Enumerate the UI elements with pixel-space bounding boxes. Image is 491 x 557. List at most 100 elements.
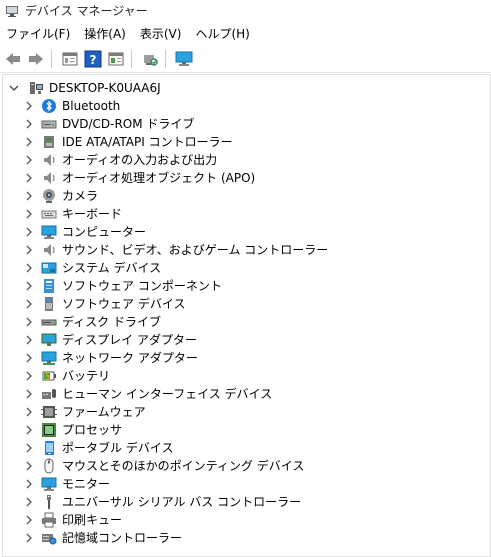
tree-item[interactable]: ソフトウェア デバイス bbox=[23, 295, 185, 313]
hid-icon bbox=[41, 386, 57, 402]
tree-item-label: ネットワーク アダプター bbox=[62, 351, 198, 365]
tree-item-label: キーボード bbox=[62, 207, 123, 221]
tree-item[interactable]: 記憶域コントローラー bbox=[23, 529, 182, 547]
menu-view[interactable]: 表示(V) bbox=[133, 25, 189, 42]
tree-item-label: ソフトウェア コンポーネント bbox=[62, 279, 222, 293]
tree-root-label: DESKTOP-K0UAA6J bbox=[49, 81, 161, 95]
tree-item-label: Bluetooth bbox=[62, 99, 121, 113]
chevron-right-icon[interactable] bbox=[23, 511, 35, 529]
chevron-right-icon[interactable] bbox=[23, 223, 35, 241]
tree-item[interactable]: プロセッサ bbox=[23, 421, 122, 439]
tree-item[interactable]: コンピューター bbox=[23, 223, 146, 241]
back-icon[interactable] bbox=[3, 49, 23, 69]
menu-file[interactable]: ファイル(F) bbox=[0, 25, 77, 42]
battery-icon bbox=[41, 368, 57, 384]
chevron-right-icon[interactable] bbox=[23, 385, 35, 403]
chevron-right-icon[interactable] bbox=[23, 475, 35, 493]
chevron-right-icon[interactable] bbox=[23, 421, 35, 439]
chevron-right-icon[interactable] bbox=[23, 313, 35, 331]
tree-item[interactable]: ディスク ドライブ bbox=[23, 313, 161, 331]
tree-item-label: DVD/CD-ROM ドライブ bbox=[62, 117, 195, 131]
chevron-right-icon[interactable] bbox=[23, 97, 35, 115]
tree-item-label: コンピューター bbox=[62, 225, 147, 239]
bluetooth-icon bbox=[41, 98, 57, 114]
audio-icon bbox=[41, 152, 57, 168]
device-tree[interactable]: DESKTOP-K0UAA6J Bluetooth DVD/CD-ROM ドライブ… bbox=[2, 74, 491, 557]
tree-item-label: ポータブル デバイス bbox=[62, 441, 174, 455]
tree-item[interactable]: Bluetooth bbox=[23, 97, 120, 115]
chevron-down-icon[interactable] bbox=[8, 79, 20, 97]
properties-icon[interactable] bbox=[60, 49, 80, 69]
audio-icon bbox=[41, 242, 57, 258]
chevron-right-icon[interactable] bbox=[23, 493, 35, 511]
tree-item[interactable]: マウスとそのほかのポインティング デバイス bbox=[23, 457, 304, 475]
tree-item[interactable]: バッテリ bbox=[23, 367, 110, 385]
tree-item[interactable]: DVD/CD-ROM ドライブ bbox=[23, 115, 194, 133]
tree-item[interactable]: ディスプレイ アダプター bbox=[23, 331, 197, 349]
chevron-right-icon[interactable] bbox=[23, 241, 35, 259]
tree-item-label: ヒューマン インターフェイス デバイス bbox=[62, 387, 273, 401]
menu-help[interactable]: ヘルプ(H) bbox=[188, 25, 256, 42]
system-device-icon bbox=[41, 260, 57, 276]
chevron-right-icon[interactable] bbox=[23, 115, 35, 133]
software-device-icon bbox=[41, 296, 57, 312]
help-icon[interactable]: ? bbox=[83, 49, 103, 69]
tree-root[interactable]: DESKTOP-K0UAA6J bbox=[8, 79, 161, 97]
svg-text:?: ? bbox=[90, 53, 97, 67]
tree-item[interactable]: ソフトウェア コンポーネント bbox=[23, 277, 222, 295]
chevron-right-icon[interactable] bbox=[23, 205, 35, 223]
tree-item[interactable]: オーディオ処理オブジェクト (APO) bbox=[23, 169, 255, 187]
chevron-right-icon[interactable] bbox=[23, 529, 35, 547]
tree-item[interactable]: IDE ATA/ATAPI コントローラー bbox=[23, 133, 233, 151]
tree-item-label: マウスとそのほかのポインティング デバイス bbox=[62, 459, 305, 473]
tree-item[interactable]: ポータブル デバイス bbox=[23, 439, 173, 457]
tree-item-label: 印刷キュー bbox=[62, 513, 123, 527]
tree-item-label: オーディオ処理オブジェクト (APO) bbox=[62, 171, 256, 185]
scan-icon[interactable] bbox=[140, 49, 160, 69]
chevron-right-icon[interactable] bbox=[23, 457, 35, 475]
chevron-right-icon[interactable] bbox=[23, 187, 35, 205]
tree-item[interactable]: キーボード bbox=[23, 205, 122, 223]
toolbar: ? bbox=[0, 46, 491, 72]
tree-item[interactable]: ユニバーサル シリアル バス コントローラー bbox=[23, 493, 301, 511]
device-manager-app-icon bbox=[5, 4, 19, 18]
chevron-right-icon[interactable] bbox=[23, 367, 35, 385]
tree-item[interactable]: ヒューマン インターフェイス デバイス bbox=[23, 385, 272, 403]
tree-item[interactable]: オーディオの入力および出力 bbox=[23, 151, 217, 169]
tree-item[interactable]: ネットワーク アダプター bbox=[23, 349, 198, 367]
tree-item-label: プロセッサ bbox=[62, 423, 123, 437]
tree-item-label: ソフトウェア デバイス bbox=[62, 297, 186, 311]
chevron-right-icon[interactable] bbox=[23, 151, 35, 169]
chevron-right-icon[interactable] bbox=[23, 133, 35, 151]
software-component-icon bbox=[41, 278, 57, 294]
chevron-right-icon[interactable] bbox=[23, 295, 35, 313]
tree-item[interactable]: ファームウェア bbox=[23, 403, 146, 421]
chevron-right-icon[interactable] bbox=[23, 331, 35, 349]
chevron-right-icon[interactable] bbox=[23, 439, 35, 457]
menu-action[interactable]: 操作(A) bbox=[77, 25, 133, 42]
chevron-right-icon[interactable] bbox=[23, 259, 35, 277]
disk-drive-icon bbox=[41, 314, 57, 330]
chevron-right-icon[interactable] bbox=[23, 277, 35, 295]
forward-icon[interactable] bbox=[26, 49, 46, 69]
tree-item[interactable]: システム デバイス bbox=[23, 259, 161, 277]
tree-item-label: ユニバーサル シリアル バス コントローラー bbox=[62, 495, 302, 509]
chevron-right-icon[interactable] bbox=[23, 169, 35, 187]
chevron-right-icon[interactable] bbox=[23, 349, 35, 367]
portable-device-icon bbox=[41, 440, 57, 456]
tree-item[interactable]: モニター bbox=[23, 475, 110, 493]
mouse-icon bbox=[41, 458, 57, 474]
tree-item[interactable]: 印刷キュー bbox=[23, 511, 122, 529]
monitor-icon[interactable] bbox=[174, 49, 194, 69]
toolbar-separator bbox=[165, 50, 166, 68]
tree-item-label: IDE ATA/ATAPI コントローラー bbox=[62, 135, 233, 149]
tree-item-label: ディスプレイ アダプター bbox=[62, 333, 197, 347]
tree-item[interactable]: カメラ bbox=[23, 187, 98, 205]
chevron-right-icon[interactable] bbox=[23, 403, 35, 421]
tree-item-label: モニター bbox=[62, 477, 111, 491]
view-icon[interactable] bbox=[106, 49, 126, 69]
tree-item[interactable]: サウンド、ビデオ、およびゲーム コントローラー bbox=[23, 241, 328, 259]
tree-item-label: システム デバイス bbox=[62, 261, 162, 275]
toolbar-divider bbox=[0, 72, 491, 73]
tree-item-label: オーディオの入力および出力 bbox=[62, 153, 218, 167]
